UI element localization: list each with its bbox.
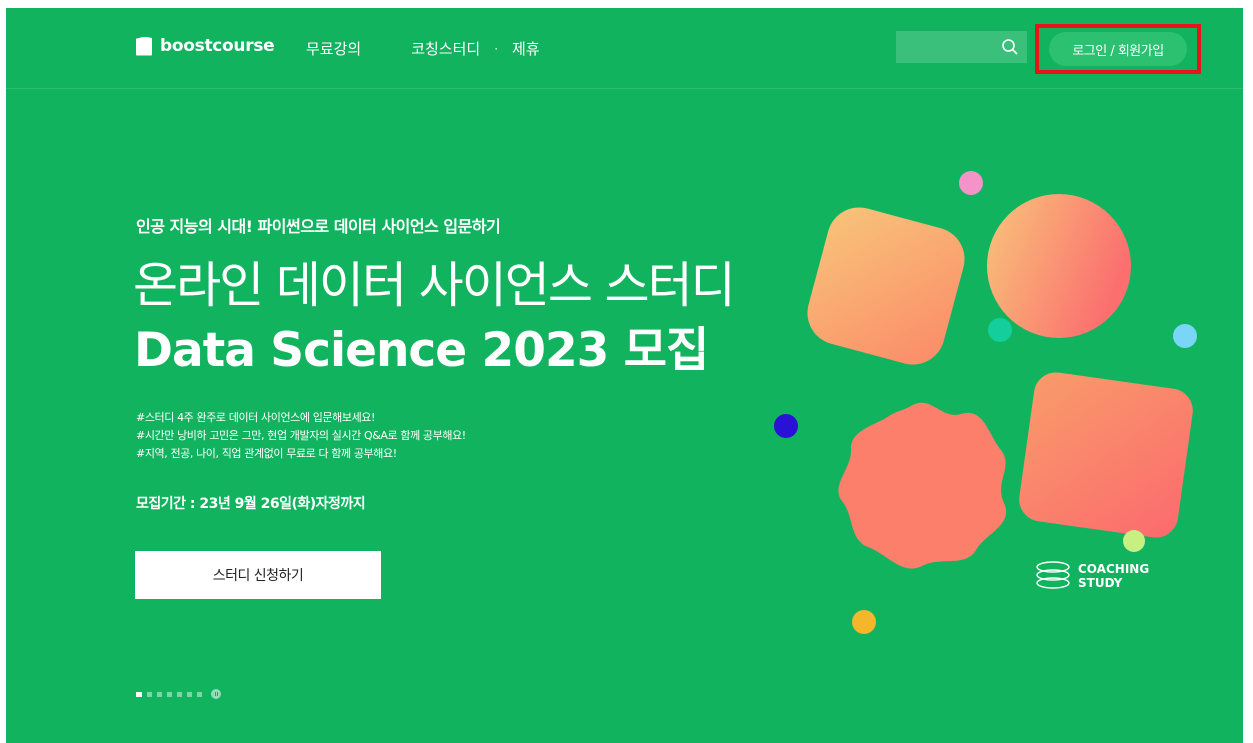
large-circle-shape xyxy=(987,194,1131,338)
rounded-square-shape xyxy=(807,207,965,365)
search-icon[interactable] xyxy=(1001,38,1019,56)
badge-line1: COACHING xyxy=(1078,562,1150,576)
search-input[interactable] xyxy=(896,31,1010,63)
pager-dot[interactable] xyxy=(197,691,202,697)
pager-dot[interactable] xyxy=(167,691,172,697)
stack-icon xyxy=(1036,561,1070,589)
badge-line2: STUDY xyxy=(1078,576,1123,590)
teal-dot xyxy=(988,318,1012,342)
pager-dot[interactable] xyxy=(157,691,162,697)
nav-coaching-study[interactable]: 코칭스터디 xyxy=(411,38,480,59)
pink-dot xyxy=(959,171,983,195)
hero-desc-line: #지역, 전공, 나이, 직업 관계없이 무료로 다 함께 공부해요! xyxy=(136,447,397,460)
main-nav: 무료강의 코칭스터디 · 제휴 xyxy=(306,38,540,59)
pager-dot[interactable] xyxy=(187,691,192,697)
blue-dot xyxy=(1173,324,1197,348)
login-signup-button[interactable]: 로그인 / 회원가입 xyxy=(1049,32,1187,66)
search-box xyxy=(896,31,1027,63)
wavy-blob-shape xyxy=(838,402,1007,569)
logo[interactable]: boostcourse xyxy=(136,36,275,56)
hero-title-line1: 온라인 데이터 사이언스 스터디 xyxy=(133,257,736,314)
nav-partnership[interactable]: 제휴 xyxy=(512,38,540,59)
hero-kicker: 인공 지능의 시대! 파이썬으로 데이터 사이언스 입문하기 xyxy=(136,217,501,236)
header: boostcourse 무료강의 코칭스터디 · 제휴 로그인 / 회원가입 xyxy=(6,8,1243,89)
slide-pager xyxy=(136,689,221,699)
nav-free-courses[interactable]: 무료강의 xyxy=(306,38,361,59)
apply-study-button[interactable]: 스터디 신청하기 xyxy=(135,551,381,599)
logo-icon xyxy=(136,36,152,56)
hero-title-line2: Data Science 2023 모집 xyxy=(134,323,709,378)
pause-icon[interactable] xyxy=(211,689,221,699)
recruit-period: 모집기간 : 23년 9월 26일(화)자정까지 xyxy=(136,496,366,512)
lime-dot xyxy=(1123,530,1145,552)
login-highlight: 로그인 / 회원가입 xyxy=(1035,24,1201,74)
hero-description: #스터디 4주 완주로 데이터 사이언스에 입문해보세요! #시간만 낭비하 고… xyxy=(136,409,466,463)
hero-desc-line: #시간만 낭비하 고민은 그만, 현업 개발자의 실시간 Q&A로 함께 공부해… xyxy=(136,429,466,442)
logo-text: boostcourse xyxy=(160,36,275,56)
nav-separator: · xyxy=(494,41,499,56)
yellow-dot xyxy=(852,610,876,634)
coaching-study-badge: COACHING STUDY xyxy=(1034,559,1149,593)
pager-dot[interactable] xyxy=(177,691,182,697)
indigo-dot xyxy=(774,414,798,438)
hero-desc-line: #스터디 4주 완주로 데이터 사이언스에 입문해보세요! xyxy=(136,411,376,424)
hero-frame: boostcourse 무료강의 코칭스터디 · 제휴 로그인 / 회원가입 인… xyxy=(6,8,1243,743)
pager-dot[interactable] xyxy=(136,691,142,697)
pager-dot[interactable] xyxy=(147,691,152,697)
tilted-square-shape xyxy=(1019,372,1193,538)
